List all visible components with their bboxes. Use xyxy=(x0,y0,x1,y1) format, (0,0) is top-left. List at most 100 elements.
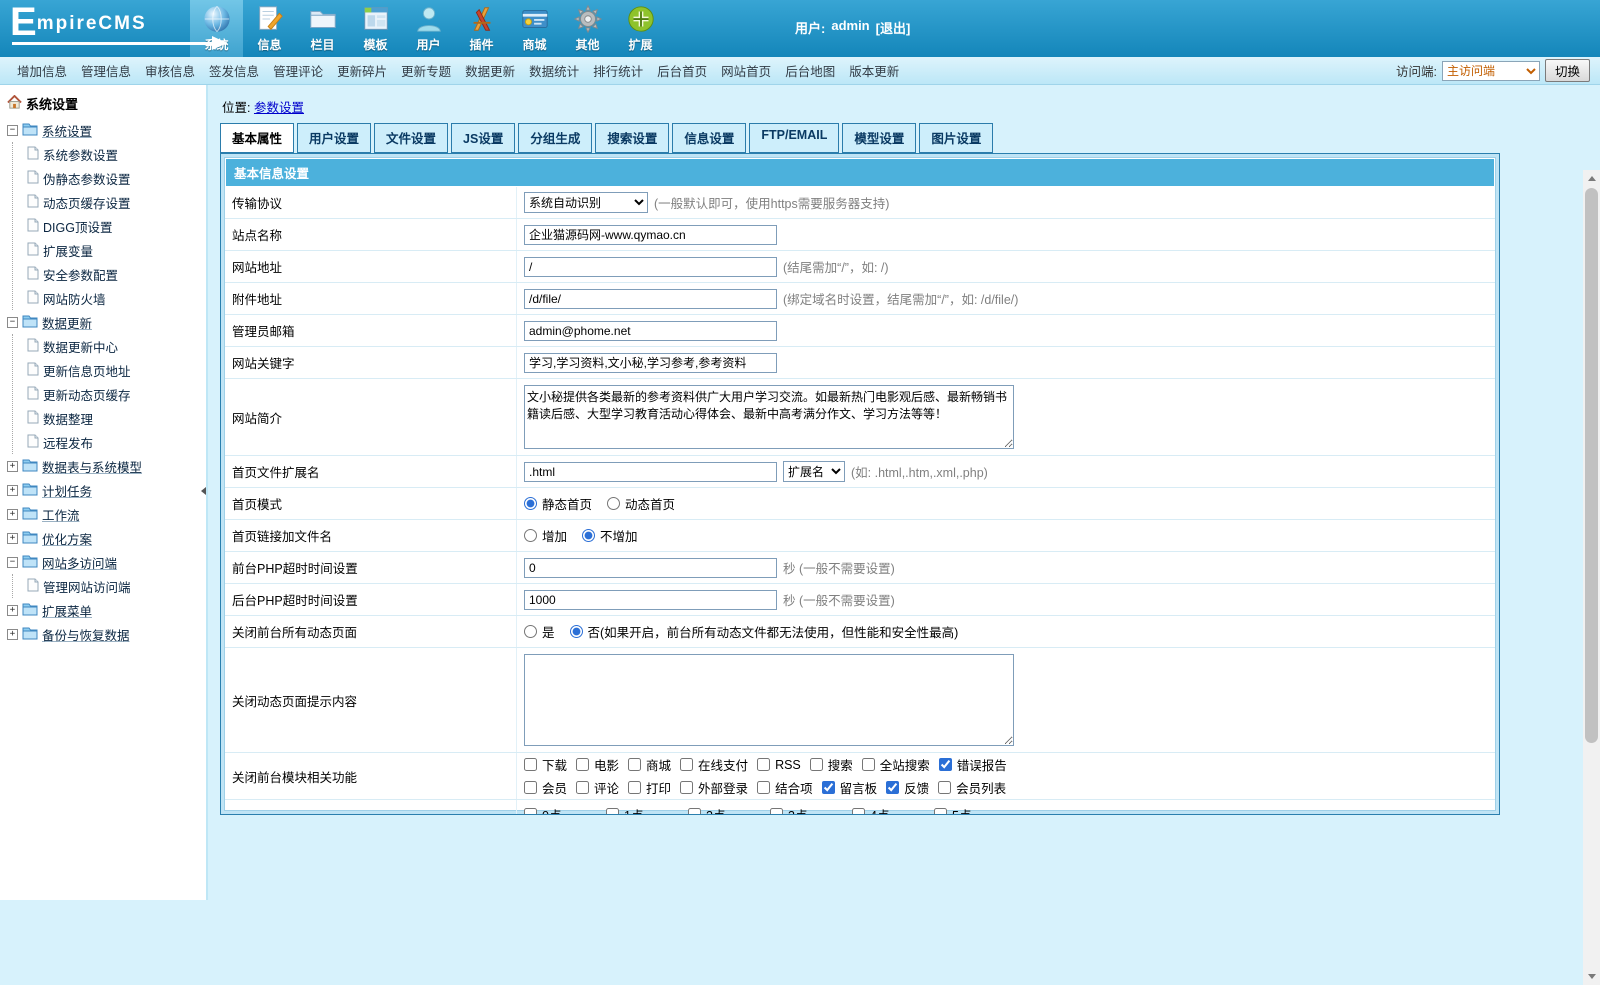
row-5-input[interactable] xyxy=(524,352,777,373)
tree-leaf-label[interactable]: 更新信息页地址 xyxy=(43,361,131,380)
toolbar-link-11[interactable]: 网站首页 xyxy=(721,61,771,80)
scroll-up-icon[interactable] xyxy=(1583,170,1600,187)
plus-box-icon[interactable]: + xyxy=(7,532,18,544)
row-9-radio-1[interactable]: 不增加 xyxy=(582,526,638,545)
tree-leaf[interactable]: DIGG顶设置 xyxy=(27,214,206,238)
time-checkbox[interactable]: 1点 xyxy=(606,805,688,814)
time-checkbox[interactable]: 5点 xyxy=(934,805,1016,814)
module-checkbox[interactable]: 留言板 xyxy=(821,778,877,797)
checkbox-input[interactable] xyxy=(524,807,537,814)
tree-folder-label[interactable]: 数据更新 xyxy=(42,313,92,332)
row-12-radio-0[interactable]: 是 xyxy=(524,622,555,641)
row-11-input[interactable] xyxy=(524,589,777,610)
checkbox-input[interactable] xyxy=(576,758,590,771)
tree-leaf[interactable]: 安全参数配置 xyxy=(27,262,206,286)
tab-6[interactable]: 信息设置 xyxy=(672,123,747,153)
checkbox-input[interactable] xyxy=(861,758,875,771)
checkbox-input[interactable] xyxy=(606,807,619,814)
time-checkbox[interactable]: 4点 xyxy=(852,805,934,814)
row-10-input[interactable] xyxy=(524,557,777,578)
checkbox-input[interactable] xyxy=(934,807,947,814)
scroll-down-icon[interactable] xyxy=(1583,968,1600,985)
tree-folder-6[interactable]: − 网站多访问端 xyxy=(7,550,206,574)
toolbar-link-2[interactable]: 审核信息 xyxy=(145,61,195,80)
tab-7[interactable]: FTP/EMAIL xyxy=(749,123,840,153)
tree-folder-2[interactable]: + 数据表与系统模型 xyxy=(7,454,206,478)
row-4-input[interactable] xyxy=(524,320,777,341)
module-checkbox[interactable]: 全站搜索 xyxy=(861,755,930,774)
nav-item-8[interactable]: 扩展 xyxy=(614,0,667,57)
radio-input[interactable] xyxy=(524,625,537,638)
access-endpoint-select[interactable]: 主访问端 xyxy=(1441,60,1540,81)
row-9-radio-0[interactable]: 增加 xyxy=(524,526,567,545)
checkbox-input[interactable] xyxy=(886,781,900,794)
tree-leaf[interactable]: 更新动态页缓存 xyxy=(27,382,206,406)
tree-leaf[interactable]: 更新信息页地址 xyxy=(27,358,206,382)
tree-leaf-label[interactable]: 扩展变量 xyxy=(43,241,93,260)
checkbox-input[interactable] xyxy=(938,758,952,771)
module-checkbox[interactable]: 打印 xyxy=(628,778,671,797)
tree-leaf-label[interactable]: 数据整理 xyxy=(43,409,93,428)
tree-folder-1[interactable]: − 数据更新 xyxy=(7,310,206,334)
module-checkbox[interactable]: 会员 xyxy=(524,778,567,797)
module-checkbox[interactable]: 下载 xyxy=(524,755,567,774)
toolbar-link-1[interactable]: 管理信息 xyxy=(81,61,131,80)
tree-leaf[interactable]: 远程发布 xyxy=(27,430,206,454)
row-7-select[interactable]: 扩展名 xyxy=(783,461,845,482)
nav-item-3[interactable]: 模板 xyxy=(349,0,402,57)
tree-leaf[interactable]: 数据更新中心 xyxy=(27,334,206,358)
checkbox-input[interactable] xyxy=(809,758,823,771)
vertical-scrollbar[interactable] xyxy=(1583,170,1600,985)
tree-leaf-label[interactable]: 伪静态参数设置 xyxy=(43,169,131,188)
tree-folder-4[interactable]: + 工作流 xyxy=(7,502,206,526)
minus-box-icon[interactable]: − xyxy=(7,316,18,328)
tab-2[interactable]: 文件设置 xyxy=(374,123,449,153)
tab-0[interactable]: 基本属性 xyxy=(220,123,295,153)
radio-input[interactable] xyxy=(524,529,537,542)
tree-folder-label[interactable]: 扩展菜单 xyxy=(42,601,92,620)
breadcrumb-current-link[interactable]: 参数设置 xyxy=(254,101,304,115)
tree-leaf-label[interactable]: 动态页缓存设置 xyxy=(43,193,131,212)
tree-leaf[interactable]: 管理网站访问端 xyxy=(27,574,206,598)
tree-folder-label[interactable]: 备份与恢复数据 xyxy=(42,625,130,644)
tree-folder-label[interactable]: 系统设置 xyxy=(42,121,92,140)
checkbox-input[interactable] xyxy=(688,807,701,814)
module-checkbox[interactable]: 结合项 xyxy=(757,778,813,797)
tree-leaf[interactable]: 系统参数设置 xyxy=(27,142,206,166)
tree-leaf[interactable]: 伪静态参数设置 xyxy=(27,166,206,190)
toolbar-link-0[interactable]: 增加信息 xyxy=(17,61,67,80)
toolbar-link-12[interactable]: 后台地图 xyxy=(785,61,835,80)
checkbox-input[interactable] xyxy=(680,758,694,771)
module-checkbox[interactable]: 电影 xyxy=(576,755,619,774)
nav-item-6[interactable]: 商城 xyxy=(508,0,561,57)
checkbox-input[interactable] xyxy=(821,781,835,794)
radio-input[interactable] xyxy=(582,529,596,542)
tree-leaf-label[interactable]: 数据更新中心 xyxy=(43,337,118,356)
module-checkbox[interactable]: 搜索 xyxy=(809,755,853,774)
logout-link[interactable]: [退出] xyxy=(876,18,911,37)
tree-leaf-label[interactable]: DIGG顶设置 xyxy=(43,217,112,236)
module-checkbox[interactable]: RSS xyxy=(757,758,801,772)
module-checkbox[interactable]: 会员列表 xyxy=(938,778,1006,797)
tab-9[interactable]: 图片设置 xyxy=(919,123,994,153)
plus-box-icon[interactable]: + xyxy=(7,628,18,640)
row-2-input[interactable] xyxy=(524,256,777,277)
row-13-textarea[interactable] xyxy=(524,654,1014,746)
nav-item-2[interactable]: 栏目 xyxy=(296,0,349,57)
row-0-select[interactable]: 系统自动识别 xyxy=(524,192,648,213)
radio-input[interactable] xyxy=(607,497,621,510)
checkbox-input[interactable] xyxy=(938,781,952,794)
tree-leaf-label[interactable]: 网站防火墙 xyxy=(43,289,106,308)
checkbox-input[interactable] xyxy=(852,807,865,814)
module-checkbox[interactable]: 反馈 xyxy=(886,778,929,797)
tree-leaf[interactable]: 数据整理 xyxy=(27,406,206,430)
tree-leaf[interactable]: 动态页缓存设置 xyxy=(27,190,206,214)
tree-folder-label[interactable]: 计划任务 xyxy=(42,481,92,500)
row-1-input[interactable] xyxy=(524,224,777,245)
checkbox-input[interactable] xyxy=(757,758,771,771)
plus-box-icon[interactable]: + xyxy=(7,484,18,496)
toolbar-link-6[interactable]: 更新专题 xyxy=(401,61,451,80)
toolbar-link-8[interactable]: 数据统计 xyxy=(529,61,579,80)
checkbox-input[interactable] xyxy=(524,781,537,794)
row-8-radio-1[interactable]: 动态首页 xyxy=(607,494,675,513)
